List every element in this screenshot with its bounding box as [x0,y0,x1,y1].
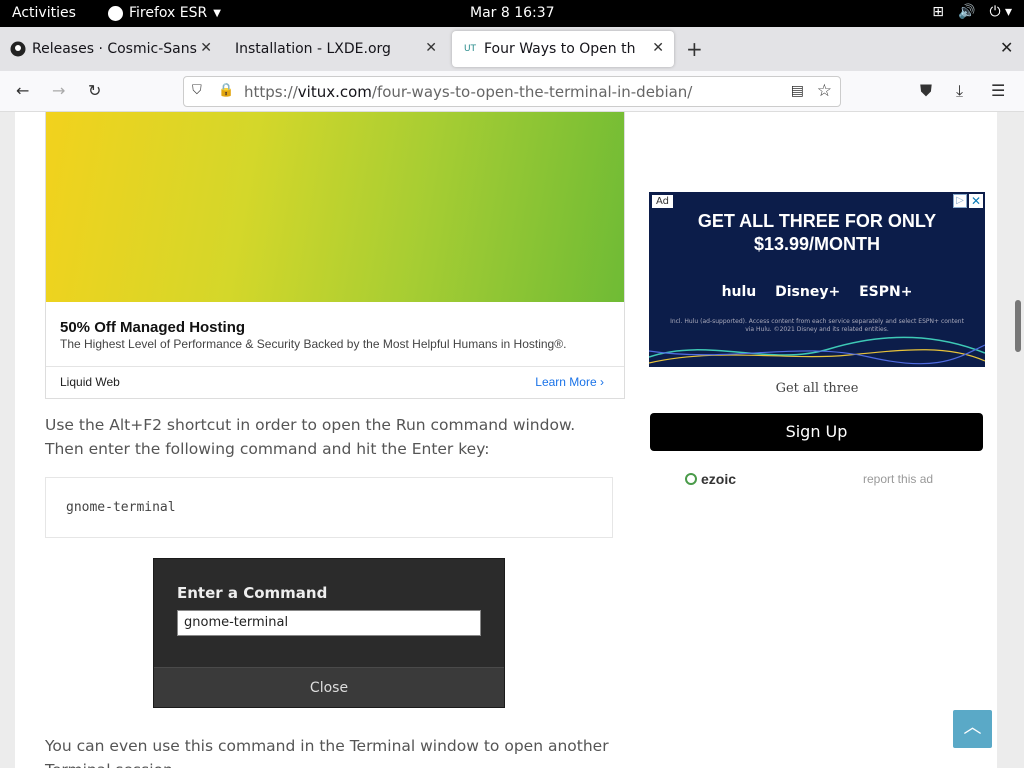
activities-button[interactable]: Activities [12,5,76,21]
reader-view-icon[interactable]: ▤ [791,83,804,99]
url-text[interactable]: https://vitux.com/four-ways-to-open-the-… [244,83,692,101]
ad-banner-image[interactable] [46,112,624,302]
instruction-paragraph: Use the Alt+F2 shortcut in order to open… [45,416,576,458]
navigation-bar: ← → ↻ ⛉ 🔒 https://vitux.com/four-ways-to… [0,71,1024,112]
ad-tag: Ad [652,195,674,208]
tab-installation[interactable]: Installation - LXDE.org ✕ [225,31,447,67]
page-viewport: 50% Off Managed Hosting The Highest Leve… [0,112,1024,768]
bookmark-star-icon[interactable]: ☆ [817,81,832,101]
code-block: gnome-terminal [45,477,613,538]
decorative-wave [649,336,985,365]
learn-more-label: Learn More [535,375,597,389]
tracking-protection-icon[interactable]: ⛉ [192,83,202,98]
vitux-favicon-icon: UT [463,44,477,54]
chevron-up-icon: ︿ [963,717,982,738]
ad-subtitle: The Highest Level of Performance & Secur… [60,337,567,351]
ezoic-label: ezoic [701,471,737,487]
ezoic-leaf-icon [685,473,697,485]
code-text: gnome-terminal [66,500,176,515]
ad-caption: Get all three [775,381,859,396]
clock[interactable]: Mar 8 16:37 [470,5,555,21]
menu-icon[interactable]: ☰ [991,81,1005,100]
lock-icon[interactable]: 🔒 [218,83,234,98]
adchoices-icon[interactable]: ▷ [953,194,967,208]
run-dialog-input: gnome-terminal [177,610,481,636]
new-tab-icon[interactable]: + [686,37,703,61]
tab-title: Releases · Cosmic-Sans/c [32,41,197,57]
tab-releases[interactable]: Releases · Cosmic-Sans/c ✕ [0,31,222,67]
run-dialog-close-button: Close [154,667,504,707]
scrollbar-thumb[interactable] [1015,300,1021,352]
tab-title: Installation - LXDE.org [235,41,391,57]
ezoic-logo[interactable]: ezoic [685,471,736,487]
followup-paragraph: You can even use this command in the Ter… [45,737,609,768]
url-bar[interactable]: ⛉ 🔒 https://vitux.com/four-ways-to-open-… [183,76,841,107]
sign-up-button[interactable]: Sign Up [650,413,983,451]
learn-more-link[interactable]: Learn More › [535,375,604,389]
close-window-icon[interactable]: ✕ [1000,38,1013,57]
report-ad-link[interactable]: report this ad [863,472,933,486]
reload-icon[interactable]: ↻ [88,81,101,100]
power-icon[interactable]: ⏻ ▾ [989,4,1012,20]
firefox-icon [108,5,123,21]
close-tab-icon[interactable]: ✕ [652,40,664,56]
tab-title: Four Ways to Open the Te [484,41,636,57]
ad-brand: Liquid Web [60,375,120,389]
close-tab-icon[interactable]: ✕ [200,40,212,56]
disney-bundle-ad[interactable]: Ad ▷ ✕ GET ALL THREE FOR ONLY $13.99/MON… [649,192,985,367]
system-tray[interactable]: ⊞ 🔊 ⏻ ▾ [932,4,1012,20]
scrollbar-track[interactable] [1012,112,1024,768]
url-path: /four-ways-to-open-the-terminal-in-debia… [371,83,693,101]
app-menu-label: Firefox ESR [129,5,208,21]
run-dialog-title: Enter a Command [177,584,328,602]
ad-title[interactable]: 50% Off Managed Hosting [60,319,245,336]
url-host: vitux.com [297,83,372,101]
close-ad-icon[interactable]: ✕ [969,194,983,208]
chevron-right-icon: › [600,375,604,389]
downloads-icon[interactable]: ⤓ [956,81,963,101]
run-dialog-screenshot: Enter a Command gnome-terminal Close [153,558,505,708]
ad-divider [46,366,624,367]
pocket-icon[interactable]: ⛊ [920,81,932,101]
url-prefix: https:// [244,83,298,101]
network-icon[interactable]: ⊞ [932,4,944,20]
back-to-top-button[interactable]: ︿ [953,710,992,748]
gnome-top-bar: Activities Firefox ESR ▼ Mar 8 16:37 ⊞ 🔊… [0,0,1024,27]
streaming-logos: hulu Disney+ ESPN+ [721,284,913,300]
forward-icon[interactable]: → [52,81,65,100]
ad-headline: GET ALL THREE FOR ONLY $13.99/MONTH [697,211,937,254]
volume-icon[interactable]: 🔊 [958,4,975,20]
tab-bar: Releases · Cosmic-Sans/c ✕ Installation … [0,27,1024,71]
hosting-ad[interactable]: 50% Off Managed Hosting The Highest Leve… [45,112,625,399]
back-icon[interactable]: ← [16,81,29,100]
close-tab-icon[interactable]: ✕ [425,40,437,56]
caret-down-icon: ▼ [213,7,221,19]
github-icon [10,41,26,57]
app-menu[interactable]: Firefox ESR ▼ [108,5,221,21]
tab-four-ways[interactable]: UT Four Ways to Open the Te ✕ [452,31,674,67]
